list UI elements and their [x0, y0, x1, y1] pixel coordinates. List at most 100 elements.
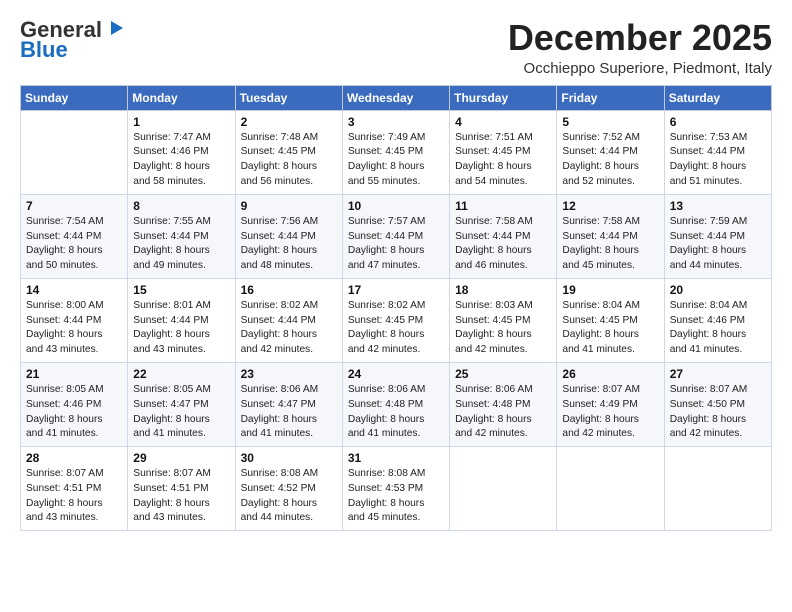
calendar-day-header: Thursday — [450, 85, 557, 110]
location: Occhieppo Superiore, Piedmont, Italy — [508, 60, 772, 77]
day-number: 17 — [348, 283, 444, 297]
day-number: 26 — [562, 367, 658, 381]
day-info: Sunrise: 8:07 AMSunset: 4:49 PMDaylight:… — [562, 383, 658, 442]
day-number: 16 — [241, 283, 337, 297]
header: General Blue December 2025 Occhieppo Sup… — [20, 18, 772, 77]
calendar-day-header: Wednesday — [342, 85, 449, 110]
calendar-cell: 20 Sunrise: 8:04 AMSunset: 4:46 PMDayligh… — [664, 278, 771, 362]
calendar-cell: 12 Sunrise: 7:58 AMSunset: 4:44 PMDayligh… — [557, 194, 664, 278]
calendar-cell: 13Sunrise: 7:59 AMSunset: 4:44 PMDayligh… — [664, 194, 771, 278]
day-number: 31 — [348, 451, 444, 465]
day-number: 19 — [562, 283, 658, 297]
calendar-cell: 11Sunrise: 7:58 AMSunset: 4:44 PMDayligh… — [450, 194, 557, 278]
day-number: 3 — [348, 115, 444, 129]
day-number: 11 — [455, 199, 551, 213]
day-info: Sunrise: 8:08 AMSunset: 4:52 PMDaylight:… — [241, 467, 337, 526]
day-number: 5 — [562, 115, 658, 129]
day-number: 1 — [133, 115, 229, 129]
day-number: 7 — [26, 199, 122, 213]
day-number: 6 — [670, 115, 766, 129]
logo-icon — [103, 17, 125, 39]
title-block: December 2025 Occhieppo Superiore, Piedm… — [508, 18, 772, 77]
calendar-cell: 4 Sunrise: 7:51 AMSunset: 4:45 PMDaylight… — [450, 110, 557, 194]
calendar-cell — [21, 110, 128, 194]
day-info: Sunrise: 7:55 AMSunset: 4:44 PMDaylight:… — [133, 215, 229, 274]
day-number: 18 — [455, 283, 551, 297]
day-info: Sunrise: 7:57 AMSunset: 4:44 PMDaylight:… — [348, 215, 444, 274]
day-info: Sunrise: 8:03 AMSunset: 4:45 PMDaylight:… — [455, 299, 551, 358]
calendar-cell: 26 Sunrise: 8:07 AMSunset: 4:49 PMDayligh… — [557, 362, 664, 446]
calendar-cell: 14 Sunrise: 8:00 AMSunset: 4:44 PMDayligh… — [21, 278, 128, 362]
day-info: Sunrise: 7:47 AMSunset: 4:46 PMDaylight:… — [133, 131, 229, 190]
day-info: Sunrise: 8:02 AMSunset: 4:45 PMDaylight:… — [348, 299, 444, 358]
calendar-cell: 5 Sunrise: 7:52 AMSunset: 4:44 PMDaylight… — [557, 110, 664, 194]
calendar-cell: 29 Sunrise: 8:07 AMSunset: 4:51 PMDayligh… — [128, 447, 235, 531]
day-number: 9 — [241, 199, 337, 213]
day-info: Sunrise: 8:00 AMSunset: 4:44 PMDaylight:… — [26, 299, 122, 358]
day-info: Sunrise: 7:58 AMSunset: 4:44 PMDaylight:… — [562, 215, 658, 274]
day-info: Sunrise: 7:52 AMSunset: 4:44 PMDaylight:… — [562, 131, 658, 190]
day-info: Sunrise: 8:01 AMSunset: 4:44 PMDaylight:… — [133, 299, 229, 358]
day-info: Sunrise: 8:07 AMSunset: 4:51 PMDaylight:… — [26, 467, 122, 526]
calendar-cell: 31 Sunrise: 8:08 AMSunset: 4:53 PMDayligh… — [342, 447, 449, 531]
day-info: Sunrise: 8:02 AMSunset: 4:44 PMDaylight:… — [241, 299, 337, 358]
calendar-cell: 9 Sunrise: 7:56 AMSunset: 4:44 PMDaylight… — [235, 194, 342, 278]
calendar-week-row: 21 Sunrise: 8:05 AMSunset: 4:46 PMDayligh… — [21, 362, 772, 446]
day-number: 22 — [133, 367, 229, 381]
day-number: 28 — [26, 451, 122, 465]
calendar-cell: 27 Sunrise: 8:07 AMSunset: 4:50 PMDayligh… — [664, 362, 771, 446]
day-info: Sunrise: 7:49 AMSunset: 4:45 PMDaylight:… — [348, 131, 444, 190]
day-info: Sunrise: 7:56 AMSunset: 4:44 PMDaylight:… — [241, 215, 337, 274]
calendar-cell: 2Sunrise: 7:48 AMSunset: 4:45 PMDaylight… — [235, 110, 342, 194]
day-info: Sunrise: 7:51 AMSunset: 4:45 PMDaylight:… — [455, 131, 551, 190]
day-info: Sunrise: 8:06 AMSunset: 4:48 PMDaylight:… — [455, 383, 551, 442]
calendar-day-header: Monday — [128, 85, 235, 110]
calendar-cell: 19 Sunrise: 8:04 AMSunset: 4:45 PMDayligh… — [557, 278, 664, 362]
day-info: Sunrise: 8:07 AMSunset: 4:50 PMDaylight:… — [670, 383, 766, 442]
calendar-cell: 10 Sunrise: 7:57 AMSunset: 4:44 PMDayligh… — [342, 194, 449, 278]
calendar-week-row: 1 Sunrise: 7:47 AMSunset: 4:46 PMDaylight… — [21, 110, 772, 194]
day-info: Sunrise: 8:04 AMSunset: 4:45 PMDaylight:… — [562, 299, 658, 358]
day-number: 14 — [26, 283, 122, 297]
calendar-day-header: Friday — [557, 85, 664, 110]
page: General Blue December 2025 Occhieppo Sup… — [0, 0, 792, 612]
day-number: 24 — [348, 367, 444, 381]
calendar-cell: 1 Sunrise: 7:47 AMSunset: 4:46 PMDaylight… — [128, 110, 235, 194]
day-number: 10 — [348, 199, 444, 213]
day-info: Sunrise: 8:04 AMSunset: 4:46 PMDaylight:… — [670, 299, 766, 358]
calendar-cell: 30Sunrise: 8:08 AMSunset: 4:52 PMDayligh… — [235, 447, 342, 531]
calendar-cell: 6 Sunrise: 7:53 AMSunset: 4:44 PMDaylight… — [664, 110, 771, 194]
calendar-day-header: Tuesday — [235, 85, 342, 110]
month-title: December 2025 — [508, 18, 772, 58]
day-number: 12 — [562, 199, 658, 213]
day-number: 27 — [670, 367, 766, 381]
calendar-cell: 8 Sunrise: 7:55 AMSunset: 4:44 PMDaylight… — [128, 194, 235, 278]
day-number: 29 — [133, 451, 229, 465]
calendar-cell — [450, 447, 557, 531]
calendar-cell: 15 Sunrise: 8:01 AMSunset: 4:44 PMDayligh… — [128, 278, 235, 362]
day-info: Sunrise: 8:06 AMSunset: 4:47 PMDaylight:… — [241, 383, 337, 442]
calendar-day-header: Saturday — [664, 85, 771, 110]
day-number: 15 — [133, 283, 229, 297]
day-number: 20 — [670, 283, 766, 297]
calendar-cell: 23 Sunrise: 8:06 AMSunset: 4:47 PMDayligh… — [235, 362, 342, 446]
day-info: Sunrise: 8:07 AMSunset: 4:51 PMDaylight:… — [133, 467, 229, 526]
day-info: Sunrise: 8:05 AMSunset: 4:47 PMDaylight:… — [133, 383, 229, 442]
day-number: 8 — [133, 199, 229, 213]
day-info: Sunrise: 7:53 AMSunset: 4:44 PMDaylight:… — [670, 131, 766, 190]
calendar-cell: 7Sunrise: 7:54 AMSunset: 4:44 PMDaylight… — [21, 194, 128, 278]
calendar-week-row: 28 Sunrise: 8:07 AMSunset: 4:51 PMDayligh… — [21, 447, 772, 531]
calendar-cell: 3 Sunrise: 7:49 AMSunset: 4:45 PMDaylight… — [342, 110, 449, 194]
day-info: Sunrise: 7:59 AMSunset: 4:44 PMDaylight:… — [670, 215, 766, 274]
day-number: 21 — [26, 367, 122, 381]
day-number: 4 — [455, 115, 551, 129]
day-info: Sunrise: 8:05 AMSunset: 4:46 PMDaylight:… — [26, 383, 122, 442]
logo-blue: Blue — [20, 38, 68, 62]
calendar-cell: 18 Sunrise: 8:03 AMSunset: 4:45 PMDayligh… — [450, 278, 557, 362]
calendar-header-row: SundayMondayTuesdayWednesdayThursdayFrid… — [21, 85, 772, 110]
calendar-cell: 22 Sunrise: 8:05 AMSunset: 4:47 PMDayligh… — [128, 362, 235, 446]
calendar-cell — [664, 447, 771, 531]
day-number: 23 — [241, 367, 337, 381]
day-info: Sunrise: 8:06 AMSunset: 4:48 PMDaylight:… — [348, 383, 444, 442]
day-info: Sunrise: 8:08 AMSunset: 4:53 PMDaylight:… — [348, 467, 444, 526]
